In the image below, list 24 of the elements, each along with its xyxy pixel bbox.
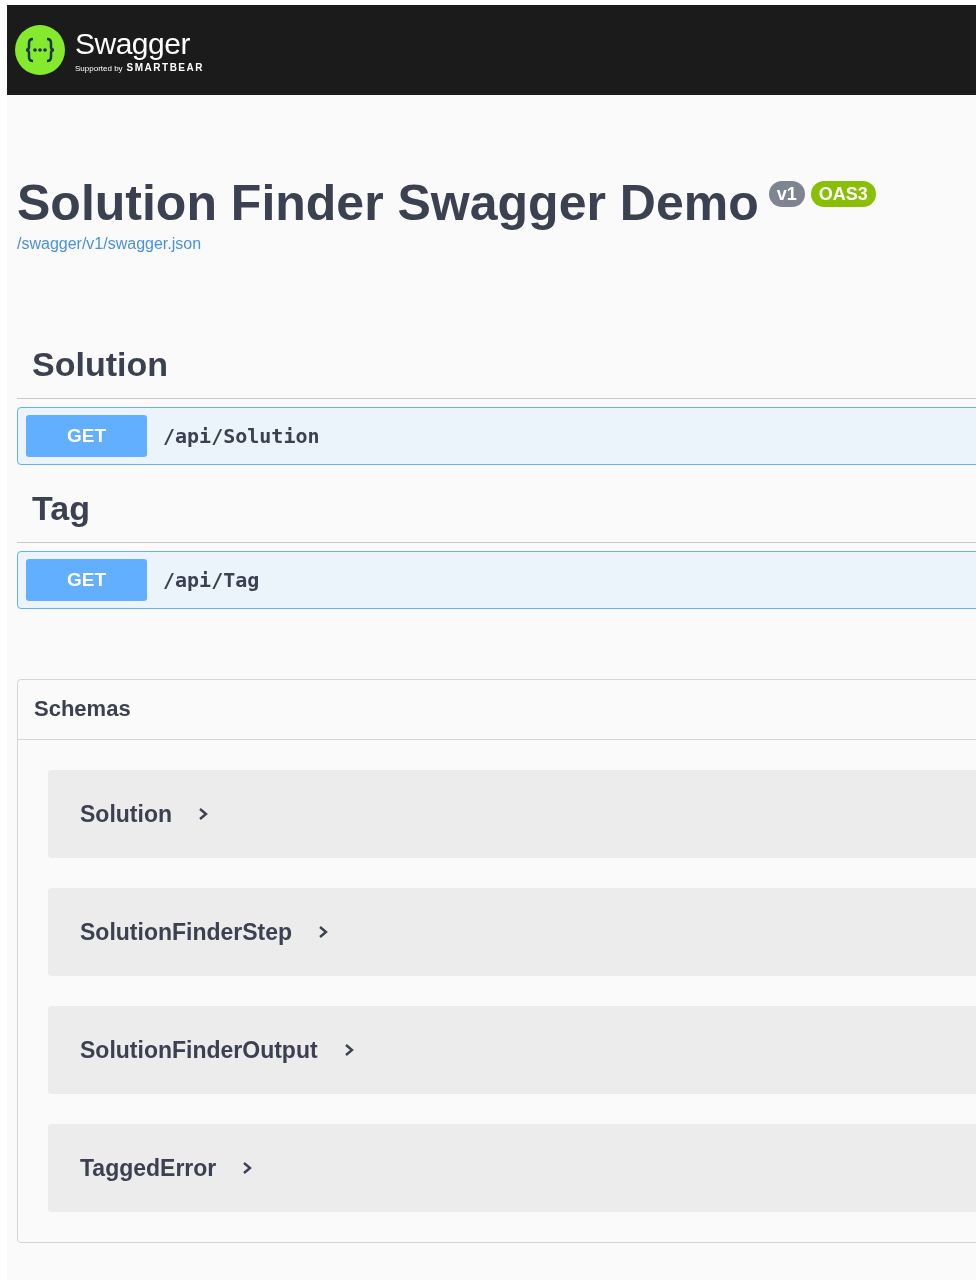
brand-text: SMARTBEAR [126,61,204,73]
page-title: Solution Finder Swagger Demo [17,174,759,233]
schema-name: TaggedError [80,1154,217,1182]
endpoint-row[interactable]: GET /api/Solution [17,407,976,465]
tagline-text: Supported by [75,63,123,73]
endpoint-row[interactable]: GET /api/Tag [17,551,976,609]
schema-row[interactable]: SolutionFinderStep [48,888,976,976]
schema-name: SolutionFinderStep [80,918,293,946]
logo-text: Swagger [75,27,191,60]
schemas-heading[interactable]: Schemas [18,680,976,740]
schema-name: SolutionFinderOutput [80,1036,318,1064]
version-badge: v1 [768,181,805,207]
schema-row[interactable]: SolutionFinderOutput [48,1006,976,1094]
section-heading[interactable]: Tag [17,465,976,543]
method-label: GET [26,415,147,457]
method-label: GET [26,559,147,601]
schema-row[interactable]: Solution [48,770,976,858]
schema-row[interactable]: TaggedError [48,1124,976,1212]
section-heading[interactable]: Solution [17,253,976,399]
schema-name: Solution [80,800,172,828]
endpoint-path: /api/Tag [163,568,260,592]
version-badge: OAS3 [810,181,876,207]
endpoint-path: /api/Solution [163,424,320,448]
logo-icon [15,25,65,75]
